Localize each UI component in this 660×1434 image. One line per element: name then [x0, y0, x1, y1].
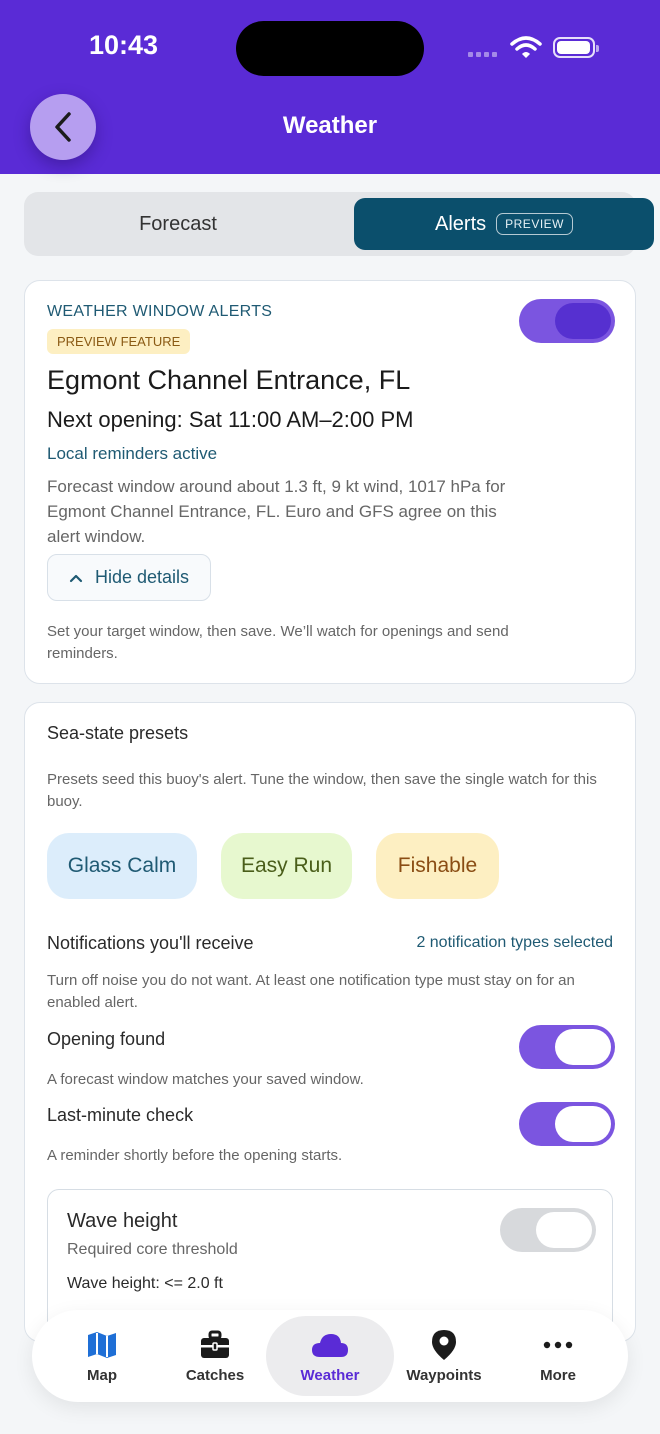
threshold-subtitle: Required core threshold	[67, 1241, 238, 1258]
tab-alerts-label: Alerts	[435, 212, 487, 235]
cloud-icon	[312, 1333, 348, 1357]
alert-description: Forecast window around about 1.3 ft, 9 k…	[47, 477, 506, 546]
alert-card-eyebrow: WEATHER WINDOW ALERTS	[47, 303, 273, 320]
preview-tag: PREVIEW	[496, 213, 573, 235]
preset-chip-easy-run[interactable]: Easy Run	[221, 833, 352, 899]
last-minute-check-toggle[interactable]	[519, 1102, 615, 1146]
toggle-knob	[555, 1106, 611, 1142]
alert-help-text: Set your target window, then save. We’ll…	[47, 623, 509, 662]
tab-weather[interactable]: Weather	[266, 1316, 394, 1396]
tab-alerts[interactable]: Alerts PREVIEW	[354, 198, 654, 250]
tab-more[interactable]: More	[518, 1310, 598, 1402]
tab-more-label: More	[540, 1366, 576, 1384]
tab-catches-label: Catches	[185, 1366, 245, 1384]
wave-height-toggle[interactable]	[500, 1208, 596, 1252]
dynamic-island	[236, 21, 424, 76]
app-header: 10:43 Weather	[0, 0, 660, 174]
map-icon	[88, 1331, 116, 1358]
tab-weather-label: Weather	[300, 1366, 360, 1384]
location-pin-icon	[432, 1329, 456, 1360]
alert-location: Egmont Channel Entrance, FL	[47, 365, 411, 395]
tab-map-label: Map	[87, 1366, 117, 1384]
notifications-count: 2 notification types selected	[416, 934, 613, 951]
opening-found-toggle[interactable]	[519, 1025, 615, 1069]
tab-waypoints-label: Waypoints	[406, 1366, 482, 1384]
threshold-value: Wave height: <= 2.0 ft	[67, 1275, 223, 1292]
notifications-title: Notifications you'll receive	[47, 933, 254, 953]
bottom-tab-bar: Map Catches Weather Waypoints More	[32, 1310, 628, 1402]
hide-details-label: Hide details	[94, 567, 190, 587]
threshold-title: Wave height	[67, 1210, 178, 1232]
presets-description: Presets seed this buoy's alert. Tune the…	[47, 771, 597, 810]
tab-forecast[interactable]: Forecast	[24, 192, 332, 256]
alert-enabled-toggle[interactable]	[519, 299, 615, 343]
toggle-knob	[555, 1029, 611, 1065]
local-reminders-status: Local reminders active	[47, 444, 218, 463]
tab-map[interactable]: Map	[62, 1310, 142, 1402]
option-opening-found-label: Opening found	[47, 1029, 166, 1049]
hide-details-button[interactable]: Hide details	[47, 554, 211, 601]
preset-chip-fishable[interactable]: Fishable	[376, 833, 499, 899]
option-last-minute-check-label: Last-minute check	[47, 1105, 194, 1125]
tab-waypoints[interactable]: Waypoints	[401, 1310, 487, 1402]
weather-window-alert-card: WEATHER WINDOW ALERTS PREVIEW FEATURE Eg…	[24, 280, 636, 684]
wifi-icon	[510, 36, 542, 58]
sea-state-presets-card: Sea-state presets Presets seed this buoy…	[24, 702, 636, 1342]
tab-catches[interactable]: Catches	[175, 1310, 255, 1402]
status-time: 10:43	[89, 30, 159, 60]
toggle-knob	[555, 303, 611, 339]
forecast-alerts-segmented-control: Forecast Alerts PREVIEW	[24, 192, 654, 256]
notifications-description: Turn off noise you do not want. At least…	[47, 972, 575, 1011]
more-dots-icon	[543, 1341, 573, 1348]
page-title: Weather	[282, 112, 378, 139]
chevron-up-icon	[69, 574, 83, 582]
battery-icon	[553, 37, 599, 58]
presets-title: Sea-state presets	[47, 723, 189, 743]
briefcase-icon	[201, 1330, 229, 1358]
option-last-minute-check-desc: A reminder shortly before the opening st…	[47, 1147, 343, 1164]
option-opening-found-desc: A forecast window matches your saved win…	[47, 1071, 364, 1088]
next-opening: Next opening: Sat 11:00 AM–2:00 PM	[47, 407, 414, 432]
preview-feature-badge: PREVIEW FEATURE	[47, 329, 191, 354]
toggle-knob	[536, 1212, 592, 1248]
cellular-signal-icon	[468, 52, 497, 57]
preset-chip-glass-calm[interactable]: Glass Calm	[47, 833, 197, 899]
